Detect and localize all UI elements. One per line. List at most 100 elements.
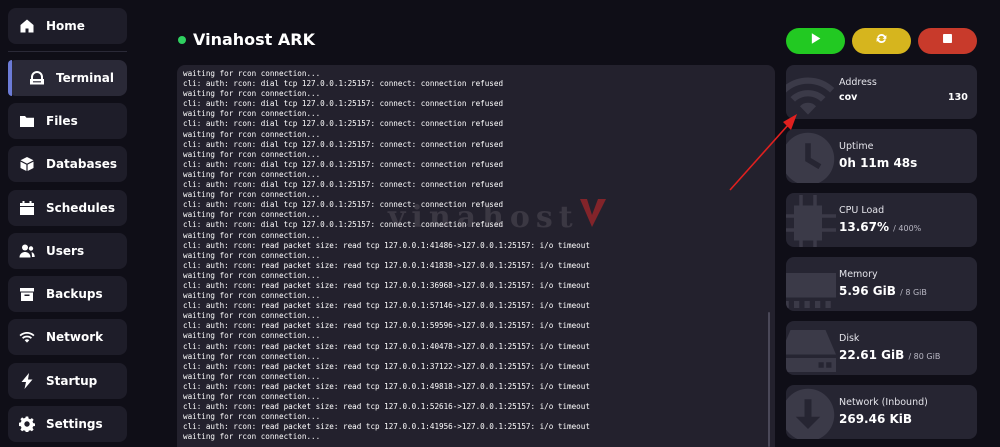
sidebar-item-label: Settings xyxy=(46,417,103,431)
console-line: waiting for rcon connection... xyxy=(183,371,321,381)
stat-label: CPU Load xyxy=(839,205,885,216)
sidebar-item-label: Databases xyxy=(46,157,118,171)
memory-total-unit: / 8 GiB xyxy=(900,288,927,297)
network-inbound-value: 269.46 KiB xyxy=(839,412,913,426)
server-name: Vinahost ARK xyxy=(193,30,315,49)
sidebar-item-users[interactable]: Users xyxy=(8,233,127,269)
memory-used-value: 5.96 GiB xyxy=(839,284,896,298)
stat-card-address[interactable]: Address cov 130 xyxy=(786,65,977,119)
console-line: waiting for rcon connection... xyxy=(183,149,321,159)
sidebar-item-label: Startup xyxy=(46,374,98,388)
stat-label: Memory xyxy=(839,269,878,280)
console-line: cli: auth: rcon: read packet size: read … xyxy=(183,301,590,311)
sidebar-item-label: Schedules xyxy=(46,201,115,215)
stat-label: Network (Inbound) xyxy=(839,397,928,408)
stat-card-memory: Memory 5.96 GiB / 8 GiB xyxy=(786,257,977,311)
server-title: Vinahost ARK xyxy=(178,30,315,49)
console-line: waiting for rcon connection... xyxy=(183,412,321,422)
console-output[interactable]: waiting for rcon connection... cli: auth:… xyxy=(177,65,775,447)
sidebar-item-terminal[interactable]: Terminal xyxy=(8,60,127,96)
home-icon xyxy=(19,18,35,34)
disk-total-unit: / 80 GiB xyxy=(908,352,941,361)
stat-label: Address xyxy=(839,77,877,88)
memory-icon xyxy=(786,259,836,311)
console-line: cli: auth: rcon: dial tcp 127.0.0.1:2515… xyxy=(183,99,504,109)
console-line: waiting for rcon connection... xyxy=(183,351,321,361)
sidebar-item-files[interactable]: Files xyxy=(8,103,127,139)
sidebar-item-network[interactable]: Network xyxy=(8,319,127,355)
sidebar-item-label: Backups xyxy=(46,287,103,301)
console-line: cli: auth: rcon: read packet size: read … xyxy=(183,381,590,391)
sidebar-divider xyxy=(8,51,127,52)
folder-icon xyxy=(19,113,35,129)
console-line: waiting for rcon connection... xyxy=(183,311,321,321)
play-icon xyxy=(809,32,822,50)
annotation-arrow xyxy=(729,114,797,191)
cpu-load-value: 13.67% xyxy=(839,220,889,234)
console-line: cli: auth: rcon: read packet size: read … xyxy=(183,402,590,412)
sidebar-item-databases[interactable]: Databases xyxy=(8,146,127,182)
disk-used-value: 22.61 GiB xyxy=(839,348,905,362)
stat-label: Uptime xyxy=(839,141,874,152)
sidebar-item-label: Terminal xyxy=(56,71,115,85)
console-line: waiting for rcon connection... xyxy=(183,109,321,119)
sidebar-item-backups[interactable]: Backups xyxy=(8,276,127,312)
console-line: waiting for rcon connection... xyxy=(183,169,321,179)
console-line: cli: auth: rcon: read packet size: read … xyxy=(183,240,590,250)
watermark-logo-mark xyxy=(580,199,606,227)
cpu-load-unit: / 400% xyxy=(893,224,922,233)
console-line: waiting for rcon connection... xyxy=(183,270,321,280)
refresh-icon xyxy=(875,32,888,50)
status-indicator xyxy=(178,35,186,44)
gear-icon xyxy=(19,416,35,432)
console-line: waiting for rcon connection... xyxy=(183,129,321,139)
sidebar-item-label: Users xyxy=(46,244,85,258)
download-icon xyxy=(786,387,836,439)
hdd-icon xyxy=(786,323,836,375)
bolt-icon xyxy=(19,373,35,389)
console-line: waiting for rcon connection... xyxy=(183,69,321,78)
stat-card-cpu: CPU Load 13.67% / 400% xyxy=(786,193,977,247)
console-line: waiting for rcon connection... xyxy=(183,190,321,200)
restart-button[interactable] xyxy=(852,28,911,54)
sidebar-item-label: Network xyxy=(46,330,104,344)
stop-icon xyxy=(941,32,954,50)
console-line: cli: auth: rcon: read packet size: read … xyxy=(183,341,590,351)
console-line: cli: auth: rcon: dial tcp 127.0.0.1:2515… xyxy=(183,180,504,190)
calendar-icon xyxy=(19,200,35,216)
sidebar-item-label: Home xyxy=(46,19,85,33)
archive-icon xyxy=(19,286,35,302)
stat-label: Disk xyxy=(839,333,860,344)
memory-value: 5.96 GiB / 8 GiB xyxy=(839,284,927,298)
sidebar-item-label: Files xyxy=(46,114,78,128)
console-line: cli: auth: rcon: dial tcp 127.0.0.1:2515… xyxy=(183,139,504,149)
address-value: cov xyxy=(839,92,858,103)
stop-button[interactable] xyxy=(918,28,977,54)
database-icon xyxy=(19,156,35,172)
console-line: cli: auth: rcon: read packet size: read … xyxy=(183,260,590,270)
console-line: waiting for rcon connection... xyxy=(183,392,321,401)
console-line: cli: auth: rcon: read packet size: read … xyxy=(183,280,590,290)
cpu-value: 13.67% / 400% xyxy=(839,220,921,234)
console-line: waiting for rcon connection... xyxy=(183,432,321,442)
sidebar-item-startup[interactable]: Startup xyxy=(8,363,127,399)
console-line: cli: auth: rcon: dial tcp 127.0.0.1:2515… xyxy=(183,119,504,129)
console-line: cli: auth: rcon: dial tcp 127.0.0.1:2515… xyxy=(183,79,504,89)
stat-card-disk: Disk 22.61 GiB / 80 GiB xyxy=(786,321,977,375)
cpu-icon xyxy=(786,195,836,247)
console-line: waiting for rcon connection... xyxy=(183,331,321,341)
users-icon xyxy=(19,243,35,259)
console-line: waiting for rcon connection... xyxy=(183,291,321,301)
start-button[interactable] xyxy=(786,28,845,54)
stat-card-network: Network (Inbound) 269.46 KiB xyxy=(786,385,977,439)
console-line: cli: auth: rcon: read packet size: read … xyxy=(183,361,590,371)
terminal-icon xyxy=(29,70,45,86)
console-line: cli: auth: rcon: dial tcp 127.0.0.1:2515… xyxy=(183,159,504,169)
sidebar-item-home[interactable]: Home xyxy=(8,8,127,44)
disk-value: 22.61 GiB / 80 GiB xyxy=(839,348,940,362)
console-scrollbar[interactable] xyxy=(768,312,770,447)
sidebar-item-schedules[interactable]: Schedules xyxy=(8,190,127,226)
stat-card-uptime: Uptime 0h 11m 48s xyxy=(786,129,977,183)
console-line: waiting for rcon connection... xyxy=(183,250,321,260)
sidebar-item-settings[interactable]: Settings xyxy=(8,406,127,442)
